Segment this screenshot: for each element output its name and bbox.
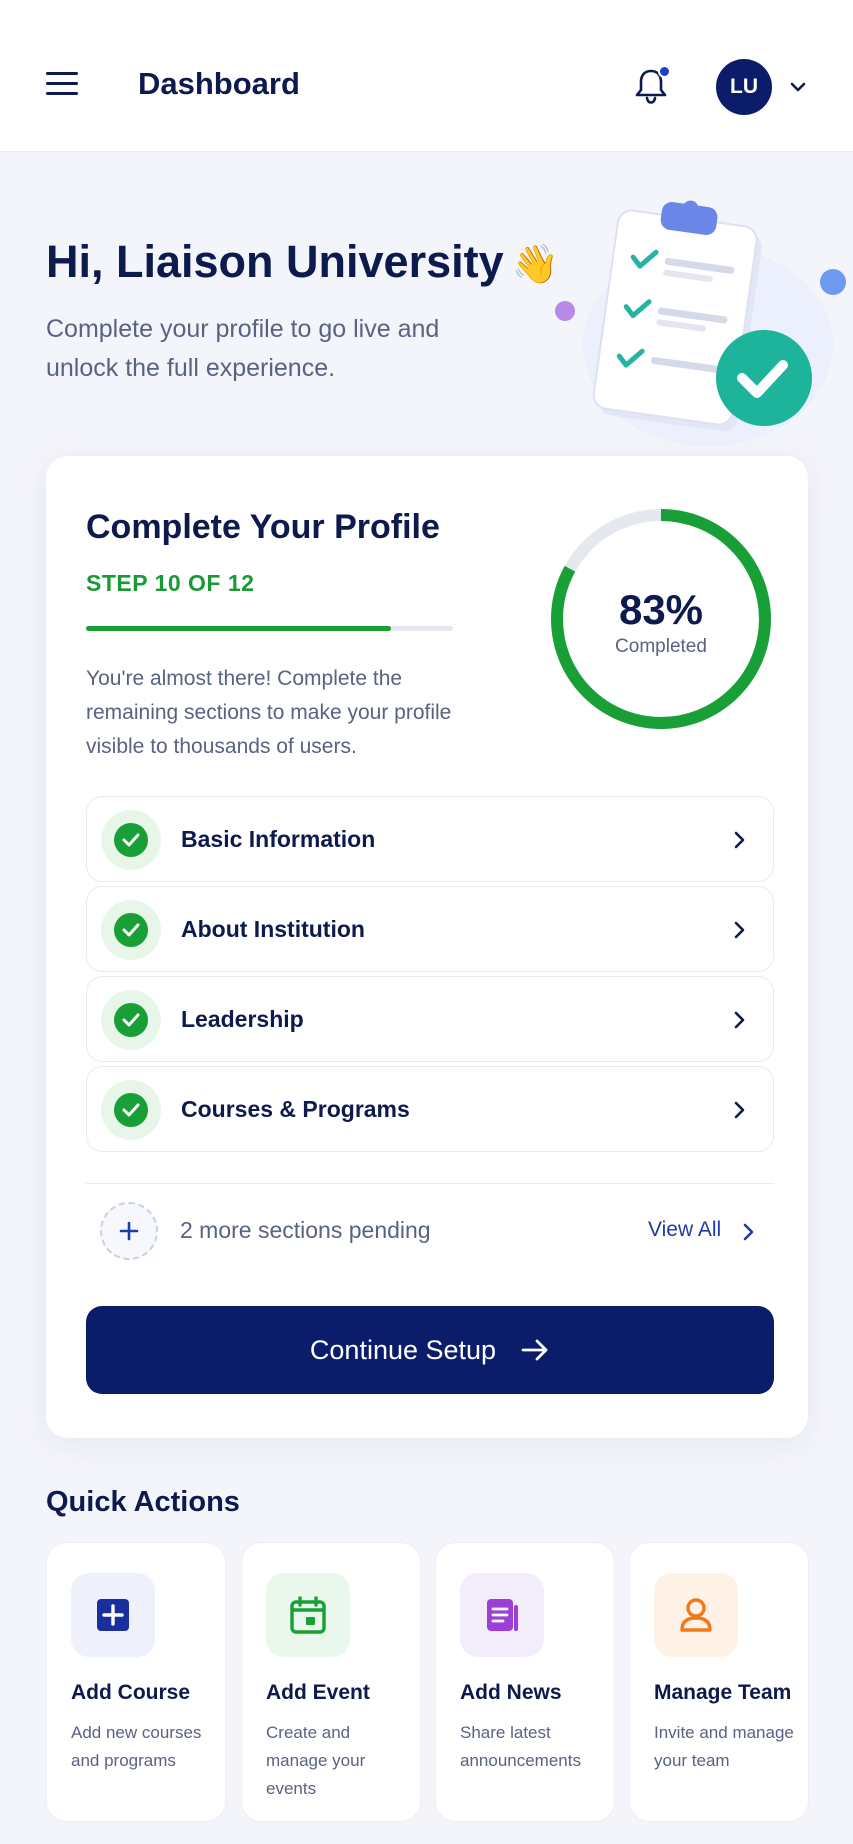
section-row-about-institution[interactable]: About Institution xyxy=(86,886,774,972)
quick-action-name: Add Course xyxy=(71,1681,191,1704)
section-row-basic-information[interactable]: Basic Information xyxy=(86,796,774,882)
view-all-link[interactable]: View All xyxy=(648,1218,721,1242)
quick-action-add-event[interactable]: Add Event Create and manage your events xyxy=(241,1542,421,1822)
section-label: Courses & Programs xyxy=(181,1096,410,1122)
step-progress-fill xyxy=(86,626,391,631)
quick-action-add-news[interactable]: Add News Share latest announcements xyxy=(435,1542,615,1822)
quick-action-name: Manage Team xyxy=(654,1681,792,1704)
chevron-right-icon xyxy=(734,921,745,939)
check-icon xyxy=(101,900,161,960)
card-description: You're almost there! Complete the remain… xyxy=(86,667,452,758)
newspaper-icon xyxy=(460,1573,544,1657)
clipboard-illustration xyxy=(555,200,846,446)
quick-actions-title: Quick Actions xyxy=(46,1486,240,1518)
chevron-right-icon xyxy=(734,1011,745,1029)
plus-square-icon xyxy=(71,1573,155,1657)
quick-action-desc: Share latest announcements xyxy=(460,1723,581,1770)
quick-action-manage-team[interactable]: Manage Team Invite and manage your team xyxy=(629,1542,809,1822)
profile-completion-card: Complete Your Profile STEP 10 OF 12 You'… xyxy=(46,456,808,1438)
completion-label: Completed xyxy=(615,636,707,657)
card-title: Complete Your Profile xyxy=(86,508,440,546)
arrow-right-icon xyxy=(521,1339,548,1361)
chevron-right-icon[interactable] xyxy=(742,1222,756,1242)
section-label: About Institution xyxy=(181,916,365,942)
notification-dot xyxy=(658,65,671,78)
quick-action-desc: Create and manage your events xyxy=(266,1723,366,1798)
chevron-right-icon xyxy=(734,1101,745,1119)
check-icon xyxy=(101,1080,161,1140)
divider xyxy=(86,1183,774,1184)
check-icon xyxy=(101,990,161,1050)
section-label: Leadership xyxy=(181,1006,304,1032)
section-row-courses-programs[interactable]: Courses & Programs xyxy=(86,1066,774,1152)
plus-icon[interactable] xyxy=(100,1202,158,1260)
menu-icon[interactable] xyxy=(46,72,78,102)
quick-action-name: Add Event xyxy=(266,1681,370,1704)
section-label: Basic Information xyxy=(181,826,376,852)
completion-percent: 83% xyxy=(618,586,704,633)
quick-action-desc: Invite and manage your team xyxy=(654,1723,794,1770)
continue-setup-button[interactable]: Continue Setup xyxy=(86,1306,774,1394)
avatar[interactable]: LU xyxy=(716,59,772,115)
continue-setup-label: Continue Setup xyxy=(309,1334,497,1365)
greeting-subtitle: Complete your profile to go live and unl… xyxy=(46,315,440,382)
pending-sections-text: 2 more sections pending xyxy=(180,1217,431,1243)
step-label: STEP 10 OF 12 xyxy=(86,570,255,596)
step-progress-bar xyxy=(86,626,453,631)
greeting-title: Hi, Liaison University 👋 xyxy=(46,236,559,288)
quick-action-name: Add News xyxy=(460,1681,562,1704)
quick-action-desc: Add new courses and programs xyxy=(71,1723,202,1770)
calendar-icon xyxy=(266,1573,350,1657)
greeting-text: Hi, Liaison University xyxy=(46,236,504,287)
chevron-right-icon xyxy=(734,831,745,849)
user-icon xyxy=(654,1573,738,1657)
app-header: Dashboard LU xyxy=(0,0,853,152)
chevron-down-icon[interactable] xyxy=(788,78,808,96)
check-icon xyxy=(101,810,161,870)
section-row-leadership[interactable]: Leadership xyxy=(86,976,774,1062)
page-title: Dashboard xyxy=(138,66,300,101)
quick-action-add-course[interactable]: Add Course Add new courses and programs xyxy=(46,1542,226,1822)
